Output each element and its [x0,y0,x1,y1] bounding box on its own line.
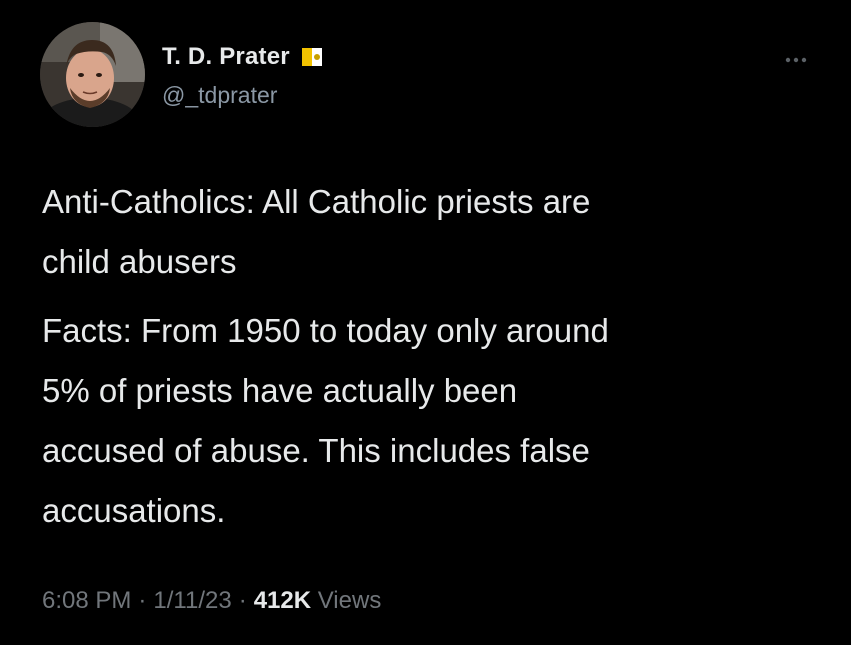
tweet-card: T. D. Prater @_tdprater Anti-Catholics: … [0,0,851,645]
avatar-image [40,22,145,127]
tweet-meta: 6:08 PM · 1/11/23 · 412K Views [42,587,381,615]
author-display-name[interactable]: T. D. Prater [162,43,290,71]
tweet-line: accusations. [42,492,226,529]
tweet-time[interactable]: 6:08 PM [42,587,131,614]
author-handle[interactable]: @_tdprater [162,82,277,109]
tweet-line: child abusers [42,243,237,280]
author-name-row: T. D. Prater [162,42,322,72]
papal-flag-icon [301,48,322,66]
tweet-line: 5% of priests have actually been [42,372,518,409]
more-horizontal-icon[interactable] [781,48,811,72]
views-count: 412K [253,587,312,614]
tweet-line: Anti-Catholics: All Catholic priests are [42,183,591,220]
tweet-text: Anti-Catholics: All Catholic priests are… [42,172,822,541]
meta-separator: · [238,587,247,614]
views-label: Views [317,587,382,614]
tweet-line: Facts: From 1950 to today only around [42,312,609,349]
tweet-paragraph-1: Anti-Catholics: All Catholic priests are… [42,172,822,292]
tweet-line: accused of abuse. This includes false [42,432,590,469]
meta-separator: · [138,587,147,614]
tweet-paragraph-2: Facts: From 1950 to today only around 5%… [42,301,822,541]
tweet-date[interactable]: 1/11/23 [153,587,231,614]
avatar[interactable] [40,22,145,127]
